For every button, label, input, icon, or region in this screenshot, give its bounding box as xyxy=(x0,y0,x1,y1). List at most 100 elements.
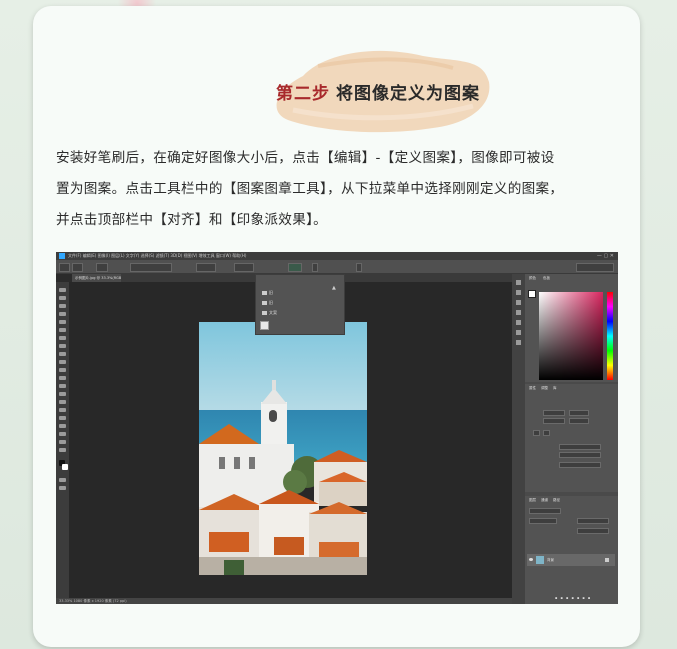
pattern-dropdown: 旧 旧 文案 ▲ xyxy=(255,274,345,335)
pattern-picker xyxy=(288,263,302,272)
opacity-field xyxy=(577,518,609,524)
pattern-stamp-tool-icon xyxy=(72,263,83,272)
ps-menubar: 文件(F) 编辑(E) 图像(I) 图层(L) 文字(Y) 选择(S) 滤镜(T… xyxy=(56,252,618,260)
clone-source-icon xyxy=(516,310,521,315)
brush-preset-icon xyxy=(96,263,108,272)
y-field xyxy=(569,418,589,424)
pattern-icon xyxy=(260,321,269,330)
background-color-icon xyxy=(62,464,68,470)
panel-tab: 图层 xyxy=(529,498,536,502)
step-title: 将图像定义为图案 xyxy=(336,84,480,104)
right-panels: 颜色 色板 属性 调整 库 图层 通道 路径 背景 ▪ ▪ ▪ ▪ ▪ ▪ ▪ xyxy=(512,274,618,604)
type-tool-icon xyxy=(59,416,66,420)
color-picker-field xyxy=(539,292,603,380)
ps-logo-icon xyxy=(59,253,65,259)
home-icon xyxy=(59,263,70,272)
path-select-tool-icon xyxy=(59,424,66,428)
bg-field xyxy=(559,462,601,468)
folder-icon xyxy=(262,311,267,315)
layer-thumbnail xyxy=(536,556,544,564)
panel-tab: 颜色 xyxy=(529,276,536,280)
history-icon xyxy=(516,280,521,285)
heading-text: 第二步 将图像定义为图案 xyxy=(263,79,493,104)
move-tool-icon xyxy=(59,288,66,292)
brush-tool-icon xyxy=(59,352,66,356)
dropdown-folder: 旧 xyxy=(262,299,318,307)
eye-icon xyxy=(529,558,533,561)
hue-slider xyxy=(607,292,613,380)
mode-select xyxy=(130,263,172,272)
paragraph-line: 安装好笔刷后，在确定好图像大小后，点击【编辑】-【定义图案】，图像即可被设 xyxy=(56,150,555,166)
layer-name: 背景 xyxy=(547,558,554,562)
dodge-tool-icon xyxy=(59,400,66,404)
quick-mask-icon xyxy=(59,478,66,482)
x-field xyxy=(569,410,589,416)
crop-tool-icon xyxy=(59,320,66,324)
impressionist-checkbox xyxy=(356,263,362,272)
document-tab: 示例图片.jpg @ 33.3%(RGB/8) xyxy=(72,274,121,282)
gradient-tool-icon xyxy=(59,384,66,388)
lock-icon xyxy=(605,558,609,562)
layer-row: 背景 xyxy=(527,554,615,566)
dropdown-folder: 旧 xyxy=(262,289,318,297)
actions-icon xyxy=(516,290,521,295)
dropdown-folder: 文案 xyxy=(262,309,318,317)
panel-icon-column xyxy=(512,274,525,604)
transform-icon xyxy=(533,430,540,436)
content-card: 第二步 将图像定义为图案 安装好笔刷后，在确定好图像大小后，点击【编辑】-【定义图… xyxy=(33,6,640,647)
history-brush-tool-icon xyxy=(59,368,66,372)
eyedropper-tool-icon xyxy=(59,336,66,340)
screen-mode-icon xyxy=(59,486,66,490)
search-box xyxy=(576,263,614,272)
panel-tab: 路径 xyxy=(553,498,560,502)
lisbon-photo xyxy=(199,322,367,575)
zoom-tool-icon xyxy=(59,448,66,452)
status-bar: 33.33% 1080 像素 x 1920 像素 (72 ppi) xyxy=(56,598,515,604)
lasso-tool-icon xyxy=(59,304,66,308)
properties-panel: 属性 调整 库 xyxy=(525,384,618,492)
marquee-tool-icon xyxy=(59,296,66,300)
panel-tab: 调整 xyxy=(541,386,548,390)
panel-tab: 库 xyxy=(553,386,557,390)
opacity-field xyxy=(196,263,216,272)
panel-tab: 属性 xyxy=(529,386,536,390)
color-panel: 颜色 色板 xyxy=(525,274,618,382)
folder-icon xyxy=(262,291,267,295)
fg-swatch xyxy=(528,290,536,298)
photoshop-screenshot: 文件(F) 编辑(E) 图像(I) 图层(L) 文字(Y) 选择(S) 滤镜(T… xyxy=(56,252,618,604)
filter-field xyxy=(529,508,561,514)
settings-arrow-icon: ▲ xyxy=(332,285,336,291)
folder-icon xyxy=(262,301,267,305)
hand-tool-icon xyxy=(59,440,66,444)
align-checkbox xyxy=(312,263,318,272)
step-label: 第二步 xyxy=(276,84,330,104)
width-field xyxy=(543,410,565,416)
panel-tab: 色板 xyxy=(543,276,550,280)
magic-wand-tool-icon xyxy=(59,312,66,316)
transform-icon xyxy=(543,430,550,436)
character-icon xyxy=(516,320,521,325)
panel-tab: 通道 xyxy=(541,498,548,502)
paragraph-line: 并点击顶部栏中【对齐】和【印象派效果】。 xyxy=(56,212,328,228)
stamp-tool-icon xyxy=(59,360,66,364)
height-field xyxy=(543,418,565,424)
bits-field xyxy=(559,452,601,458)
flow-field xyxy=(234,263,254,272)
healing-tool-icon xyxy=(59,344,66,348)
window-controls: — ▢ ✕ xyxy=(596,253,614,259)
mode-field xyxy=(559,444,601,450)
shape-tool-icon xyxy=(59,432,66,436)
blur-tool-icon xyxy=(59,392,66,396)
ps-options-bar xyxy=(56,260,618,274)
frame-tool-icon xyxy=(59,328,66,332)
ps-toolbar xyxy=(56,282,69,604)
ps-menu-items: 文件(F) 编辑(E) 图像(I) 图层(L) 文字(Y) 选择(S) 滤镜(T… xyxy=(68,253,247,258)
paragraph-icon xyxy=(516,330,521,335)
document-image xyxy=(199,322,367,575)
blend-mode-field xyxy=(529,518,557,524)
eraser-tool-icon xyxy=(59,376,66,380)
brush-panel-icon xyxy=(516,300,521,305)
step-heading: 第二步 将图像定义为图案 xyxy=(263,46,493,136)
instruction-paragraph: 安装好笔刷后，在确定好图像大小后，点击【编辑】-【定义图案】，图像即可被设 置为… xyxy=(56,143,624,236)
paragraph-line: 置为图案。点击工具栏中的【图案图章工具】，从下拉菜单中选择刚刚定义的图案， xyxy=(56,181,564,197)
